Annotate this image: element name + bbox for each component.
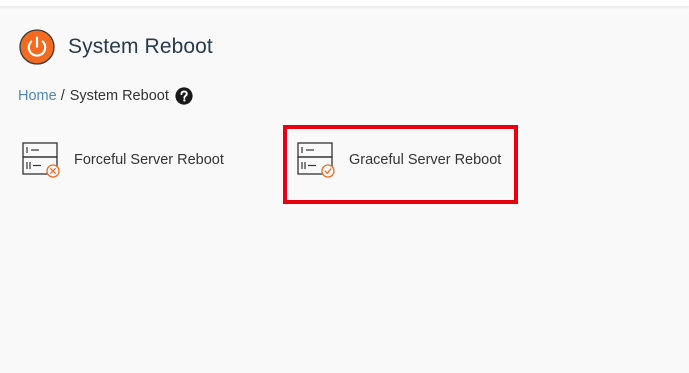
forceful-server-reboot-link[interactable]: Forceful Server Reboot <box>22 141 224 179</box>
question-circle-icon[interactable] <box>175 87 193 105</box>
page-title: System Reboot <box>68 35 213 58</box>
breadcrumb: Home / System Reboot <box>18 86 193 106</box>
power-icon <box>19 29 55 65</box>
server-x-icon <box>22 142 60 178</box>
tool-label: Forceful Server Reboot <box>74 152 224 168</box>
tool-label: Graceful Server Reboot <box>349 152 502 168</box>
graceful-server-reboot-link[interactable]: Graceful Server Reboot <box>297 141 501 179</box>
breadcrumb-home-link[interactable]: Home <box>18 88 57 104</box>
breadcrumb-separator: / <box>60 88 65 104</box>
server-check-icon <box>297 142 335 178</box>
page-header: System Reboot <box>19 28 213 66</box>
top-bar <box>0 0 689 6</box>
breadcrumb-current: System Reboot <box>69 88 169 104</box>
